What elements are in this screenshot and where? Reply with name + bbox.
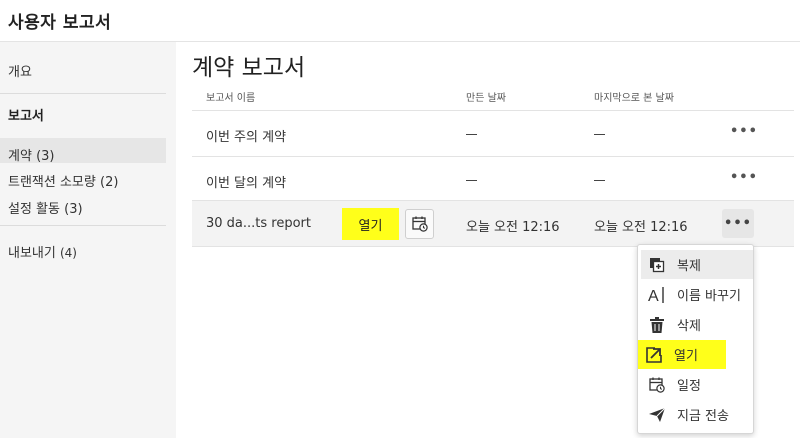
menu-item-label: 이름 바꾸기 [677, 289, 741, 304]
empty-dash [466, 180, 477, 181]
sidebar-item-overview[interactable]: 개요 [8, 61, 32, 80]
rename-icon: A [647, 286, 667, 304]
sidebar-item-label: 트랜잭션 소모량 [8, 175, 96, 190]
menu-item-send-now[interactable]: 지금 전송 [641, 400, 753, 429]
sidebar-item-settings-activity[interactable]: 설정 활동 (3) [8, 198, 83, 217]
menu-item-label: 열기 [674, 349, 698, 364]
more-actions-button[interactable]: ••• [722, 209, 754, 238]
actions-menu: 복제 A 이름 바꾸기 삭제 열기 일정 지금 전송 [637, 244, 754, 434]
more-actions-button[interactable]: ••• [730, 124, 758, 139]
sidebar-divider [0, 225, 166, 226]
menu-item-duplicate[interactable]: 복제 [641, 250, 753, 279]
menu-item-label: 지금 전송 [677, 409, 729, 424]
schedule-button[interactable] [405, 209, 434, 239]
created-date: 오늘 오전 12:16 [466, 220, 560, 235]
sidebar-item-contracts[interactable]: 계약 (3) [8, 145, 54, 164]
sidebar-divider [0, 93, 166, 94]
calendar-clock-icon [411, 216, 428, 232]
more-actions-button[interactable]: ••• [730, 170, 758, 185]
sidebar-item-count: (2) [100, 175, 119, 190]
empty-dash [466, 134, 477, 135]
empty-dash [594, 134, 605, 135]
column-header-name[interactable]: 보고서 이름 [206, 89, 255, 104]
sidebar-item-label: 내보내기 [8, 246, 56, 261]
open-button[interactable]: 열기 [342, 208, 399, 240]
trash-icon [647, 316, 667, 333]
menu-item-label: 삭제 [677, 319, 701, 334]
sidebar-item-label: 계약 [8, 149, 32, 164]
last-viewed-date: 오늘 오전 12:16 [594, 220, 688, 235]
svg-text:A: A [648, 288, 659, 304]
column-header-last-viewed[interactable]: 마지막으로 본 날짜 [594, 89, 674, 104]
page-title: 계약 보고서 [192, 55, 306, 81]
sidebar-item-count: (4) [59, 246, 77, 260]
empty-dash [594, 180, 605, 181]
report-name[interactable]: 이번 주의 계약 [206, 126, 286, 145]
menu-item-schedule[interactable]: 일정 [641, 370, 753, 399]
menu-item-delete[interactable]: 삭제 [641, 310, 753, 339]
sidebar-item-transactions[interactable]: 트랜잭션 소모량 (2) [8, 171, 118, 190]
column-header-created[interactable]: 만든 날짜 [466, 89, 506, 104]
menu-item-label: 일정 [677, 379, 701, 394]
send-icon [647, 407, 667, 422]
row-divider [192, 110, 794, 111]
sidebar-item-count: (3) [64, 202, 83, 217]
menu-item-open[interactable]: 열기 [638, 340, 726, 369]
menu-item-rename[interactable]: A 이름 바꾸기 [641, 280, 753, 309]
sidebar-item-label: 설정 활동 [8, 202, 60, 217]
sidebar-reports-heading: 보고서 [8, 109, 44, 124]
duplicate-icon [647, 257, 667, 273]
menu-item-label: 복제 [677, 259, 701, 274]
sidebar: 개요 보고서 계약 (3) 트랜잭션 소모량 (2) 설정 활동 (3) 내보내… [0, 42, 176, 438]
open-icon [644, 346, 664, 363]
report-name[interactable]: 이번 달의 계약 [206, 172, 286, 191]
report-name[interactable]: 30 da...ts report [206, 216, 311, 231]
sidebar-item-export[interactable]: 내보내기 (4) [8, 242, 77, 261]
calendar-clock-icon [647, 377, 667, 393]
row-divider [192, 156, 794, 157]
sidebar-item-count: (3) [36, 149, 55, 164]
app-title: 사용자 보고서 [8, 13, 112, 33]
